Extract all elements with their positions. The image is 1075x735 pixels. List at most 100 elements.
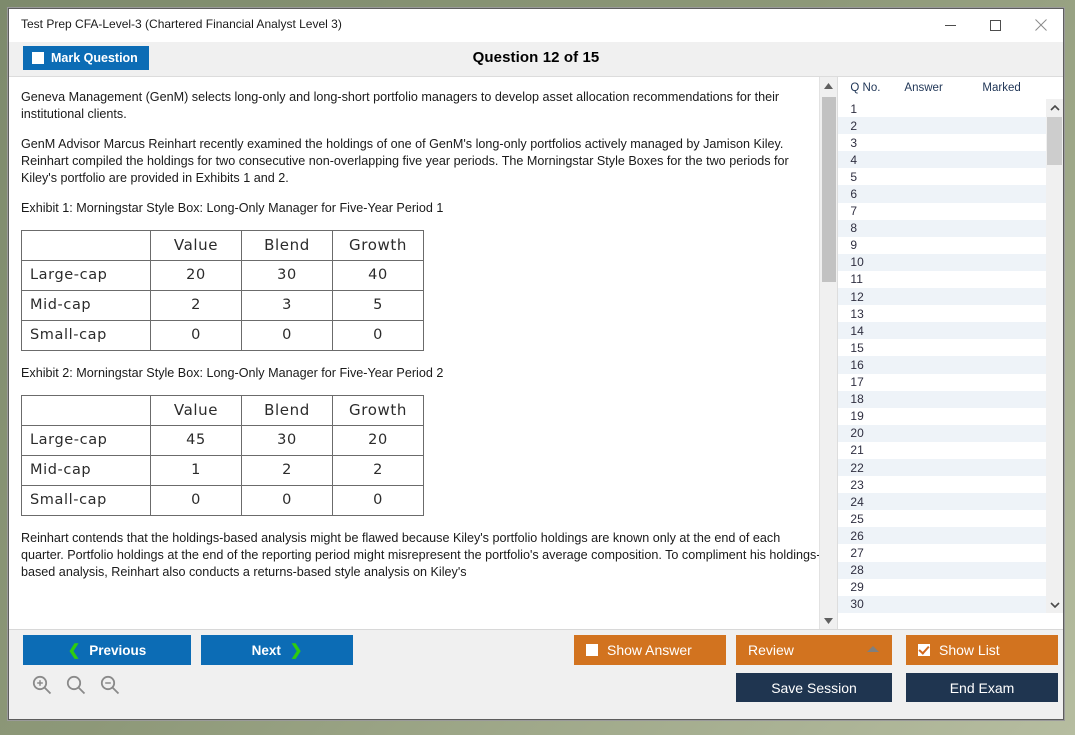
question-list-scrollbar[interactable] [1046, 99, 1063, 613]
list-item[interactable]: 13 [838, 305, 1063, 322]
column-header: Blend [241, 395, 333, 426]
question-content-pane: Geneva Management (GenM) selects long-on… [9, 77, 839, 629]
list-item-number: 27 [850, 545, 864, 560]
end-exam-button[interactable]: End Exam [906, 673, 1058, 702]
list-item[interactable]: 23 [838, 476, 1063, 493]
show-list-button[interactable]: Show List [906, 635, 1058, 665]
list-item-number: 19 [850, 409, 864, 424]
exhibit-1-table: Value Blend Growth Large-cap 20 30 40 Mi… [21, 230, 424, 351]
zoom-out-icon[interactable] [99, 674, 121, 701]
column-header: Growth [332, 230, 424, 261]
window-title: Test Prep CFA-Level-3 (Chartered Financi… [21, 17, 342, 31]
list-item[interactable]: 15 [838, 339, 1063, 356]
next-label: Next [251, 642, 281, 658]
zoom-reset-icon[interactable] [65, 674, 87, 701]
chevron-left-icon: ❮ [67, 641, 81, 659]
list-item[interactable]: 4 [838, 151, 1063, 169]
show-answer-checkbox-icon[interactable] [586, 644, 598, 656]
list-scroll-up-icon[interactable] [1046, 99, 1063, 116]
list-item[interactable]: 24 [838, 493, 1063, 511]
list-item[interactable]: 2 [838, 117, 1063, 135]
list-item[interactable]: 7 [838, 203, 1063, 220]
list-item[interactable]: 18 [838, 390, 1063, 408]
table-header-row: Value Blend Growth [21, 395, 424, 426]
scroll-up-icon[interactable] [820, 77, 837, 94]
row-label: Large-cap [21, 425, 151, 456]
list-item-number: 23 [850, 477, 864, 492]
question-list-rows: 1 2 3 4 5 6 7 8 9 10 11 12 13 14 15 16 17 18 19 20 21 22 23 24 2… [838, 99, 1063, 614]
show-list-label: Show List [939, 642, 1000, 658]
table-cell: 0 [150, 320, 242, 351]
list-item[interactable]: 9 [838, 237, 1063, 254]
question-list-header: Q No. Answer Marked [838, 77, 1063, 99]
list-item[interactable]: 10 [838, 253, 1063, 271]
table-corner-cell [21, 230, 151, 261]
review-dropdown-button[interactable]: Review [736, 635, 892, 665]
zoom-controls [31, 674, 121, 701]
content-scrollbar[interactable] [819, 77, 838, 629]
list-item[interactable]: 19 [838, 408, 1063, 425]
list-scrollbar-thumb[interactable] [1047, 117, 1062, 165]
table-cell: 3 [241, 290, 333, 321]
zoom-in-icon[interactable] [31, 674, 53, 701]
list-item[interactable]: 28 [838, 561, 1063, 579]
chevron-up-icon [867, 646, 879, 652]
table-cell: 2 [332, 455, 424, 486]
list-item-number: 8 [850, 221, 858, 236]
question-list-pane: Q No. Answer Marked 1 2 3 4 5 6 7 8 9 10 11 12 13 14 1… [838, 77, 1063, 629]
save-session-label: Save Session [771, 679, 857, 696]
next-button[interactable]: Next ❯ [201, 635, 353, 665]
column-header: Blend [241, 230, 333, 261]
save-session-button[interactable]: Save Session [736, 673, 892, 702]
row-label: Small-cap [21, 485, 151, 516]
list-item[interactable]: 5 [838, 168, 1063, 185]
list-item[interactable]: 22 [838, 458, 1063, 477]
scroll-down-icon[interactable] [820, 612, 837, 629]
table-row: Small-cap 0 0 0 [21, 485, 424, 516]
list-item[interactable]: 3 [838, 134, 1063, 151]
list-item[interactable]: 16 [838, 356, 1063, 374]
table-cell: 0 [332, 485, 424, 516]
list-item[interactable]: 14 [838, 322, 1063, 340]
table-cell: 30 [241, 425, 333, 456]
list-item[interactable]: 25 [838, 510, 1063, 527]
list-item-number: 6 [850, 187, 858, 202]
column-header-answer: Answer [904, 82, 943, 94]
table-header-row: Value Blend Growth [21, 230, 424, 261]
list-item-number: 30 [850, 597, 864, 612]
list-item-number: 5 [850, 169, 858, 184]
list-item[interactable]: 30 [838, 595, 1063, 613]
list-item[interactable]: 27 [838, 544, 1063, 561]
previous-button[interactable]: ❮ Previous [23, 635, 191, 665]
minimize-icon[interactable] [928, 9, 973, 41]
table-row: Mid-cap 2 3 5 [21, 290, 424, 321]
exam-footer: ❮ Previous Next ❯ Show Answer Review Sho… [9, 629, 1063, 719]
table-cell: 2 [150, 290, 242, 321]
list-item[interactable]: 1 [838, 100, 1063, 117]
list-item[interactable]: 29 [838, 579, 1063, 596]
list-scroll-down-icon[interactable] [1046, 596, 1063, 613]
list-item-number: 3 [850, 135, 858, 150]
content-scrollbar-thumb[interactable] [822, 97, 837, 282]
table-cell: 0 [241, 320, 333, 351]
list-item[interactable]: 21 [838, 442, 1063, 459]
column-header-q-no: Q No. [850, 82, 881, 94]
list-item-number: 10 [850, 255, 864, 270]
list-item[interactable]: 11 [838, 271, 1063, 288]
list-item[interactable]: 12 [838, 288, 1063, 306]
list-item-number: 4 [850, 152, 858, 167]
close-icon[interactable] [1018, 9, 1063, 41]
list-item[interactable]: 17 [838, 374, 1063, 391]
list-item[interactable]: 8 [838, 219, 1063, 237]
show-answer-button[interactable]: Show Answer [574, 635, 726, 665]
list-item[interactable]: 20 [838, 424, 1063, 442]
list-item-number: 26 [850, 528, 864, 543]
row-label: Mid-cap [21, 290, 151, 321]
list-item-number: 18 [850, 392, 864, 407]
maximize-icon[interactable] [973, 9, 1018, 41]
table-cell: 0 [150, 485, 242, 516]
list-item-number: 24 [850, 494, 864, 509]
show-list-checkbox-icon[interactable] [918, 644, 930, 656]
list-item[interactable]: 26 [838, 527, 1063, 545]
list-item[interactable]: 6 [838, 185, 1063, 203]
